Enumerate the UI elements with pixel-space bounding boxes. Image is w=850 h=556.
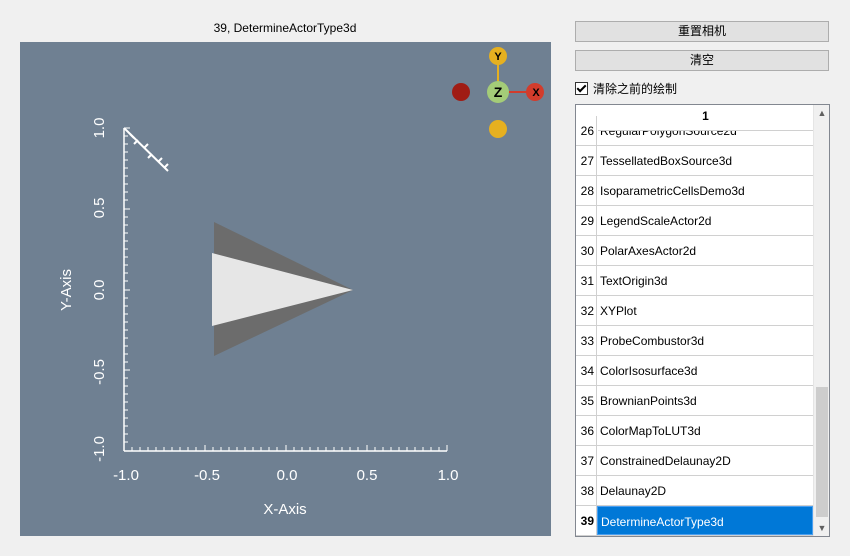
list-item-name: ProbeCombustor3d — [600, 334, 705, 348]
list-item-name: ConstrainedDelaunay2D — [600, 454, 731, 468]
x-axis-ticks — [123, 445, 448, 451]
list-item-index: 39 — [576, 506, 597, 535]
y-tick-label: -1.0 — [91, 436, 108, 462]
demo-list[interactable]: 26 RegularPolygonSource2d 27 TessellatedBox… — [575, 104, 830, 537]
y-tick-label: 0.5 — [91, 198, 108, 219]
render-viewport[interactable]: -1.0 -0.5 0.0 0.5 1.0 -1.0 -0.5 0.0 0.5 … — [20, 42, 551, 536]
orientation-widget[interactable]: Y Z X — [452, 47, 544, 138]
y-tick-label: -0.5 — [91, 359, 108, 385]
list-item-name: XYPlot — [600, 304, 637, 318]
list-item-index: 34 — [576, 356, 597, 385]
window-title: 39, DetermineActorType3d — [213, 21, 357, 35]
list-item[interactable]: 28 IsoparametricCellsDemo3d — [576, 176, 813, 206]
x-label: X — [532, 87, 540, 99]
list-item-name: TessellatedBoxSource3d — [600, 154, 733, 168]
y-axis-ticks — [124, 127, 130, 452]
list-item[interactable]: 35 BrownianPoints3d — [576, 386, 813, 416]
x-tick-label: 0.0 — [277, 467, 298, 484]
list-item-index: 29 — [576, 206, 597, 235]
diagonal-axis-segment — [123, 127, 169, 172]
list-scrollbar[interactable]: ▲ ▼ — [813, 105, 829, 536]
y-label: Y — [494, 51, 502, 63]
list-item-name: ColorIsosurface3d — [600, 364, 698, 378]
y-axis-title: Y-Axis — [58, 269, 75, 311]
x-tick-label: -0.5 — [194, 467, 220, 484]
list-item[interactable]: 38 Delaunay2D — [576, 476, 813, 506]
list-item-index: 32 — [576, 296, 597, 325]
list-item-index: 37 — [576, 446, 597, 475]
y-tick-label: 0.0 — [91, 280, 108, 301]
list-item[interactable]: 31 TextOrigin3d — [576, 266, 813, 296]
y-tick-label: 1.0 — [91, 118, 108, 139]
list-item[interactable]: 32 XYPlot — [576, 296, 813, 326]
list-item-name: TextOrigin3d — [600, 274, 668, 288]
demo-list-rows: 26 RegularPolygonSource2d 27 TessellatedBox… — [576, 116, 813, 536]
list-item[interactable]: 36 ColorMapToLUT3d — [576, 416, 813, 446]
list-item-name: Delaunay2D — [600, 484, 667, 498]
neg-x-handle[interactable] — [452, 83, 470, 101]
list-item-name: ColorMapToLUT3d — [600, 424, 701, 438]
list-item[interactable]: 27 TessellatedBoxSource3d — [576, 146, 813, 176]
scene-svg: -1.0 -0.5 0.0 0.5 1.0 -1.0 -0.5 0.0 0.5 … — [58, 47, 544, 518]
list-item-name: LegendScaleActor2d — [600, 214, 712, 228]
list-item-index: 27 — [576, 146, 597, 175]
z-label: Z — [494, 84, 503, 100]
list-item-index: 38 — [576, 476, 597, 505]
clear-previous-checkbox[interactable] — [575, 81, 588, 95]
neg-y-handle[interactable] — [489, 120, 507, 138]
list-item-index: 31 — [576, 266, 597, 295]
list-item-name: BrownianPoints3d — [600, 394, 697, 408]
list-item-index: 35 — [576, 386, 597, 415]
list-item-name: DetermineActorType3d — [597, 506, 813, 535]
list-item-index: 36 — [576, 416, 597, 445]
x-tick-label: 0.5 — [357, 467, 378, 484]
x-tick-label: -1.0 — [113, 467, 139, 484]
list-item[interactable]: 30 PolarAxesActor2d — [576, 236, 813, 266]
list-item-index: 26 — [576, 116, 597, 145]
list-item[interactable]: 33 ProbeCombustor3d — [576, 326, 813, 356]
clear-button[interactable]: 清空 — [575, 50, 829, 71]
list-item[interactable]: 34 ColorIsosurface3d — [576, 356, 813, 386]
list-item[interactable]: 39 DetermineActorType3d — [576, 506, 813, 536]
list-item-index: 33 — [576, 326, 597, 355]
scroll-down-arrow-icon[interactable]: ▼ — [814, 520, 829, 536]
list-item-name: IsoparametricCellsDemo3d — [600, 184, 745, 198]
list-item-index: 28 — [576, 176, 597, 205]
clear-previous-checkbox-row[interactable]: 清除之前的绘制 — [575, 80, 677, 96]
list-column-header: 1 — [598, 105, 813, 131]
list-item-name: PolarAxesActor2d — [600, 244, 697, 258]
scroll-thumb[interactable] — [816, 387, 828, 517]
list-item[interactable]: 37 ConstrainedDelaunay2D — [576, 446, 813, 476]
x-tick-label: 1.0 — [438, 467, 459, 484]
list-item[interactable]: 29 LegendScaleActor2d — [576, 206, 813, 236]
scroll-up-arrow-icon[interactable]: ▲ — [814, 105, 829, 121]
reset-camera-button[interactable]: 重置相机 — [575, 21, 829, 42]
x-axis-title: X-Axis — [263, 501, 306, 518]
clear-previous-label: 清除之前的绘制 — [593, 81, 678, 96]
list-item-index: 30 — [576, 236, 597, 265]
